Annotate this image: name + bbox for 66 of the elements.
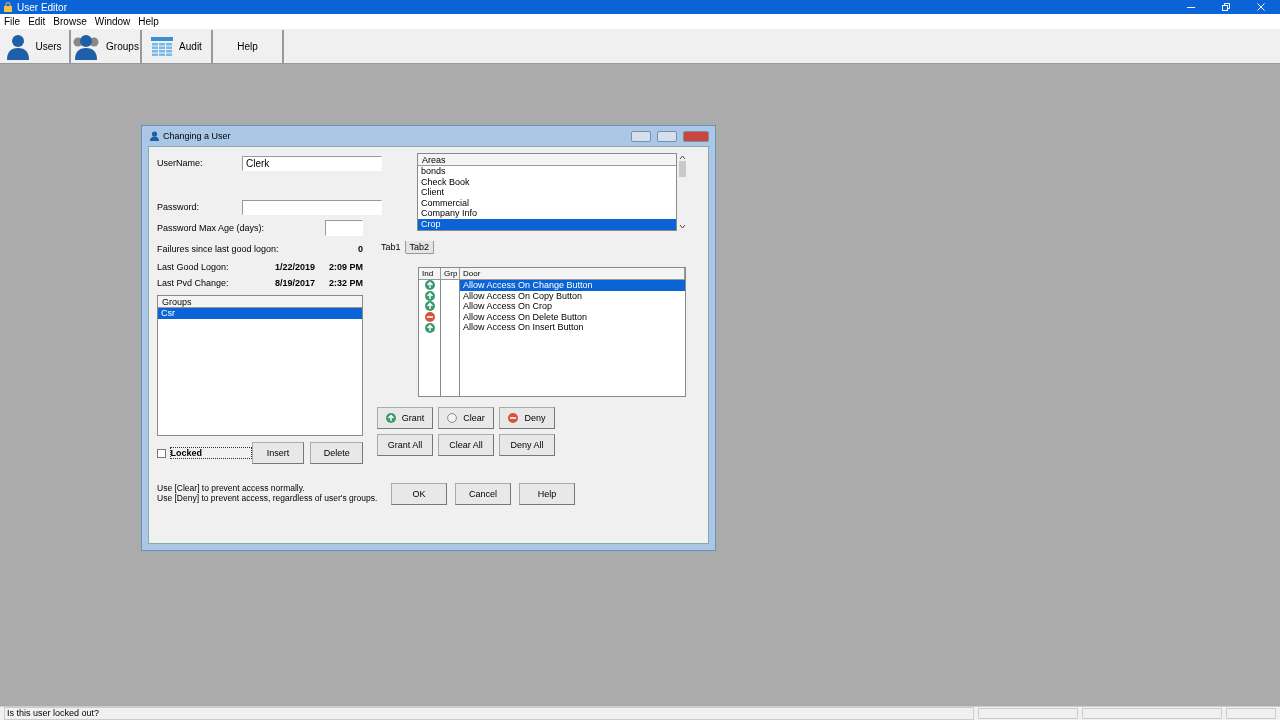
field-label: Failures since last good logon: — [157, 244, 280, 254]
table-row[interactable]: Allow Access On Copy Button — [460, 290, 685, 302]
user-icon — [7, 33, 30, 60]
menu-item[interactable]: Window — [94, 16, 131, 27]
list-item[interactable]: Company Info — [418, 208, 676, 219]
action-button[interactable]: Grant All — [377, 434, 433, 456]
scrollbar[interactable] — [677, 153, 688, 231]
password-field[interactable] — [242, 199, 382, 215]
stat-label: Last Good Logon: — [157, 262, 230, 272]
close-icon[interactable] — [1256, 2, 1266, 12]
action-button[interactable]: Deny All — [499, 434, 555, 456]
toolbar-button[interactable]: Groups — [71, 30, 142, 63]
table-icon — [151, 36, 174, 57]
tab[interactable]: Tab2 — [405, 240, 435, 254]
list-item[interactable]: Commercial — [418, 197, 676, 209]
user-icon — [150, 131, 159, 141]
action-button[interactable]: Grant — [377, 407, 433, 429]
list-item[interactable]: Crop — [418, 218, 676, 230]
dialog-button[interactable]: Help — [519, 483, 575, 505]
field-label: UserName: — [157, 158, 204, 168]
close-button[interactable] — [683, 130, 709, 142]
group-icon — [72, 33, 101, 60]
stat-date: 8/19/2017 — [273, 278, 315, 288]
field-label: Password Max Age (days): — [157, 223, 266, 233]
list-header: Areas — [418, 154, 676, 166]
list-item[interactable]: Client — [418, 187, 676, 198]
menu-item[interactable]: Edit — [28, 16, 46, 27]
maximize-button[interactable] — [657, 130, 677, 142]
column-header: Door — [460, 268, 685, 280]
action-button[interactable]: Clear All — [438, 434, 494, 456]
dialog-button[interactable]: Cancel — [455, 483, 511, 505]
delete-button[interactable]: Delete — [310, 442, 363, 464]
table-row[interactable]: Allow Access On Crop — [460, 301, 685, 312]
column-header: Ind — [419, 268, 441, 280]
table-row[interactable]: Allow Access On Change Button — [460, 280, 685, 291]
list-item[interactable]: Csr — [158, 308, 362, 319]
failures-value: 0 — [358, 244, 363, 254]
minimize-button[interactable] — [631, 130, 651, 142]
list-item[interactable]: Check Book — [418, 176, 676, 188]
action-button[interactable]: Clear — [438, 407, 494, 429]
stat-date: 1/22/2019 — [273, 262, 315, 272]
column-header: Grp — [441, 268, 460, 280]
dialog-title: Changing a User — [163, 131, 232, 141]
status-text: Is this user locked out? — [4, 707, 974, 720]
insert-button[interactable]: Insert — [251, 442, 305, 464]
menu-item[interactable]: File — [4, 16, 21, 27]
list-item[interactable]: bonds — [418, 166, 676, 177]
menu-item[interactable]: Browse — [53, 16, 87, 27]
checkbox-label: Locked — [169, 447, 252, 459]
lock-icon — [4, 2, 12, 12]
action-button[interactable]: Deny — [499, 407, 555, 429]
hint-text: Use [Clear] to prevent access normally. Use [Deny] to prevent access, regardless of user's groups. — [157, 483, 379, 505]
field-label: Password: — [157, 202, 201, 212]
table-row[interactable]: Allow Access On Delete Button — [460, 311, 685, 323]
username-field[interactable]: Clerk — [242, 155, 382, 171]
stat-time: 2:32 PM — [328, 278, 363, 288]
max-age-field[interactable] — [325, 220, 363, 236]
stat-time: 2:09 PM — [328, 262, 363, 272]
restore-icon[interactable] — [1221, 2, 1231, 12]
list-header: Groups — [158, 296, 362, 308]
table-row[interactable]: Allow Access On Insert Button — [460, 322, 685, 333]
dialog-button[interactable]: OK — [391, 483, 447, 505]
locked-checkbox[interactable] — [157, 448, 166, 458]
window-title: User Editor — [17, 1, 68, 13]
menu-item[interactable]: Help — [138, 16, 159, 27]
stat-label: Last Pvd Change: — [157, 278, 230, 288]
